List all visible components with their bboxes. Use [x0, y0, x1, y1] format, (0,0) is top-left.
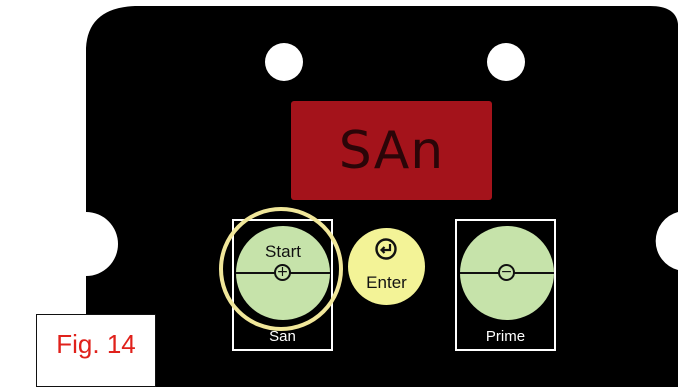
minus-icon: −	[498, 264, 515, 281]
prime-label: Prime	[485, 328, 526, 345]
enter-button-label: Enter	[366, 273, 407, 292]
enter-return-icon	[375, 238, 397, 260]
figure-stage: SAn Start + Enter − San Prime Fig. 14	[0, 0, 678, 387]
figure-label: Fig. 14	[56, 329, 136, 359]
enter-button[interactable]: Enter	[348, 228, 425, 305]
mounting-hole-right	[487, 43, 525, 81]
mounting-hole-left	[265, 43, 303, 81]
display-readout: SAn	[338, 120, 445, 181]
figure-caption-box: Fig. 14	[36, 314, 156, 387]
led-display: SAn	[291, 101, 492, 200]
highlight-ring	[219, 207, 343, 331]
prime-button[interactable]: −	[460, 226, 554, 320]
